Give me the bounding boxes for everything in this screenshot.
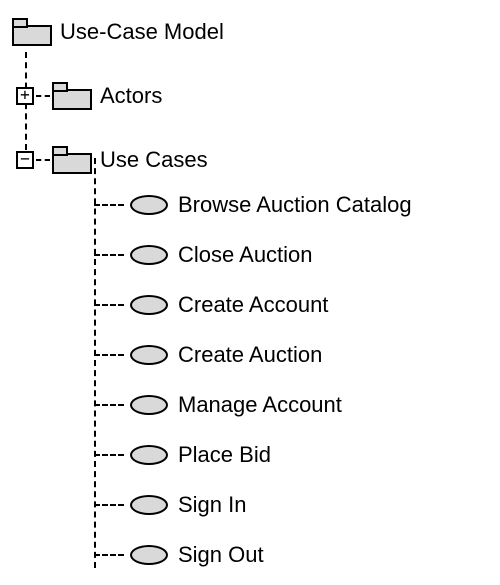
tree-leaf-usecase[interactable]: Close Auction (12, 230, 488, 280)
folder-icon (12, 18, 52, 46)
expand-icon[interactable]: + (16, 87, 34, 105)
usecase-icon (130, 195, 168, 215)
tree-leaf-usecase[interactable]: Sign In (12, 480, 488, 530)
tree-leaf-label: Sign In (178, 492, 247, 518)
tree-node-usecases[interactable]: − Use Cases (12, 140, 488, 180)
tree-node-label: Use Cases (100, 147, 208, 173)
tree-leaf-label: Create Account (178, 292, 328, 318)
tree-leaf-usecase[interactable]: Manage Account (12, 380, 488, 430)
collapse-icon[interactable]: − (16, 151, 34, 169)
usecase-icon (130, 495, 168, 515)
usecase-icon (130, 345, 168, 365)
usecase-icon (130, 545, 168, 565)
tree-leaf-usecase[interactable]: Browse Auction Catalog (12, 180, 488, 230)
tree-leaf-usecase[interactable]: Place Bid (12, 430, 488, 480)
tree-leaf-label: Create Auction (178, 342, 322, 368)
folder-icon (52, 146, 92, 174)
use-case-tree: Use-Case Model + Actors − Use Cases Brow… (12, 12, 488, 580)
tree-connector-horizontal (94, 504, 124, 506)
tree-connector-horizontal (94, 354, 124, 356)
tree-leaf-label: Sign Out (178, 542, 264, 568)
tree-leaf-label: Place Bid (178, 442, 271, 468)
tree-connector-horizontal (94, 404, 124, 406)
tree-connector-horizontal (36, 159, 50, 161)
tree-leaf-label: Browse Auction Catalog (178, 192, 412, 218)
tree-leaf-usecase[interactable]: Create Account (12, 280, 488, 330)
tree-leaf-label: Close Auction (178, 242, 313, 268)
usecase-icon (130, 295, 168, 315)
folder-icon (52, 82, 92, 110)
tree-node-label: Actors (100, 83, 162, 109)
tree-node-actors[interactable]: + Actors (12, 76, 488, 116)
usecase-icon (130, 395, 168, 415)
usecase-icon (130, 245, 168, 265)
tree-connector-horizontal (94, 254, 124, 256)
tree-leaf-usecase[interactable]: Create Auction (12, 330, 488, 380)
tree-connector-horizontal (94, 454, 124, 456)
tree-connector-horizontal (94, 304, 124, 306)
tree-leaf-usecase[interactable]: Sign Out (12, 530, 488, 580)
tree-connector-horizontal (36, 95, 50, 97)
tree-root[interactable]: Use-Case Model (12, 12, 488, 52)
tree-leaf-label: Manage Account (178, 392, 342, 418)
tree-root-label: Use-Case Model (60, 19, 224, 45)
tree-connector-horizontal (94, 554, 124, 556)
tree-connector-horizontal (94, 204, 124, 206)
usecase-icon (130, 445, 168, 465)
